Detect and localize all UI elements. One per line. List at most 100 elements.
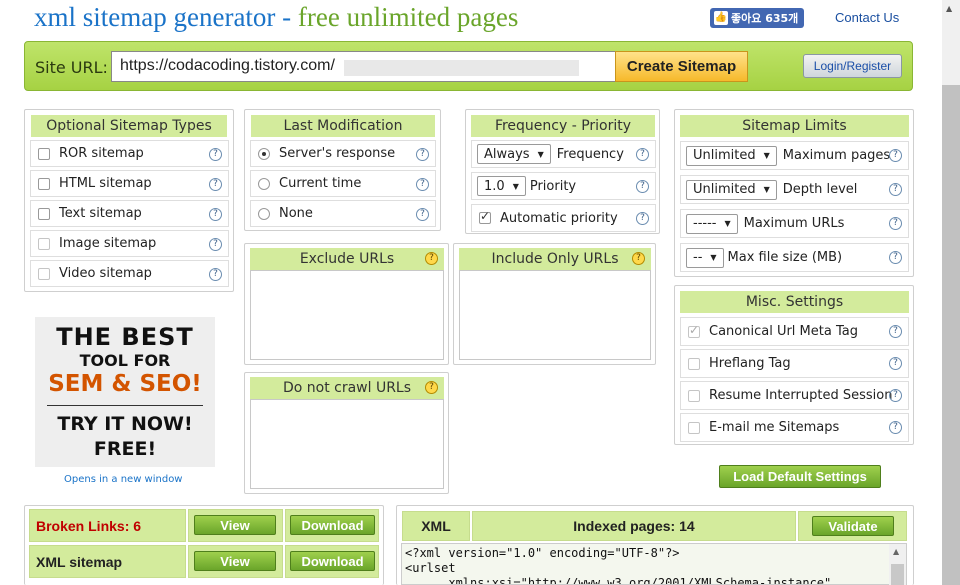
server-response-radio[interactable]	[258, 147, 270, 160]
lastmod-current[interactable]: Current time ?	[250, 170, 436, 197]
help-icon[interactable]: ?	[416, 148, 429, 161]
validate-button[interactable]: Validate	[812, 516, 894, 536]
indexed-pages-label: Indexed pages: 14	[573, 518, 695, 534]
priority-label: Priority	[529, 178, 577, 194]
option-image[interactable]: Image sitemap ?	[30, 230, 229, 257]
do-not-crawl-textarea[interactable]	[250, 399, 444, 489]
option-html[interactable]: HTML sitemap ?	[30, 170, 229, 197]
help-icon[interactable]: ?	[209, 148, 222, 161]
automatic-priority-checkbox[interactable]	[479, 209, 491, 224]
lastmod-none[interactable]: None ?	[250, 200, 436, 227]
option-video[interactable]: Video sitemap ?	[30, 260, 229, 287]
do-not-crawl-panel: Do not crawl URLs ?	[244, 372, 449, 494]
facebook-like-button[interactable]: 👍 좋아요 635개	[710, 8, 804, 28]
current-time-radio[interactable]	[258, 177, 270, 190]
page-title: xml sitemap generator - free unlimited p…	[34, 2, 518, 33]
text-checkbox[interactable]	[38, 207, 50, 220]
include-urls-textarea[interactable]	[459, 270, 651, 360]
xml-line: xmlns:xsi="http://www.w3.org/2001/XMLSch…	[405, 576, 832, 585]
help-icon[interactable]: ?	[425, 252, 438, 265]
none-radio[interactable]	[258, 207, 270, 220]
priority-select[interactable]: 1.0 ▼	[477, 176, 526, 196]
misc-canonical[interactable]: Canonical Url Meta Tag ?	[680, 317, 909, 346]
xml-tab[interactable]: XML	[402, 511, 470, 541]
results-downloads-panel: Broken Links: 6 View Download XML sitema…	[24, 505, 384, 585]
xml-sitemap-view-button[interactable]: View	[194, 551, 276, 571]
help-icon[interactable]: ?	[209, 208, 222, 221]
chevron-down-icon: ▼	[724, 219, 731, 228]
help-icon[interactable]: ?	[416, 178, 429, 191]
depth-value: Unlimited	[693, 182, 756, 197]
option-text[interactable]: Text sitemap ?	[30, 200, 229, 227]
lastmod-server[interactable]: Server's response ?	[250, 140, 436, 167]
misc-hreflang[interactable]: Hreflang Tag ?	[680, 349, 909, 378]
broken-links-view-button[interactable]: View	[194, 515, 276, 535]
xml-output-textarea[interactable]: <?xml version="1.0" encoding="UTF-8"?> <u…	[401, 543, 907, 585]
contact-link[interactable]: Contact Us	[835, 10, 899, 25]
html-checkbox[interactable]	[38, 177, 50, 190]
help-icon[interactable]: ?	[636, 180, 649, 193]
max-size-label: Max file size (MB)	[727, 250, 843, 265]
broken-links-download-button[interactable]: Download	[290, 515, 375, 535]
option-label: ROR sitemap	[59, 146, 144, 161]
video-checkbox[interactable]	[38, 267, 50, 280]
page-scrollbar[interactable]: ▲	[942, 0, 960, 585]
image-checkbox[interactable]	[38, 237, 50, 250]
ror-checkbox[interactable]	[38, 147, 50, 160]
do-not-crawl-title: Do not crawl URLs	[250, 377, 444, 399]
option-ror[interactable]: ROR sitemap ?	[30, 140, 229, 167]
help-icon[interactable]: ?	[632, 252, 645, 265]
page-scroll-thumb[interactable]	[942, 85, 960, 585]
xml-tab-label: XML	[421, 518, 451, 534]
help-icon[interactable]: ?	[889, 389, 902, 402]
help-icon[interactable]: ?	[209, 238, 222, 251]
ad-new-window-link[interactable]: Opens in a new window	[64, 474, 183, 485]
thumbs-up-icon: 👍	[714, 11, 728, 25]
help-icon[interactable]: ?	[889, 183, 902, 196]
depth-select[interactable]: Unlimited ▼	[686, 179, 777, 200]
misc-resume[interactable]: Resume Interrupted Session ?	[680, 381, 909, 410]
url-bar: Site URL: https://codacoding.tistory.com…	[24, 41, 913, 91]
exclude-urls-textarea[interactable]	[250, 270, 444, 360]
help-icon[interactable]: ?	[889, 421, 902, 434]
resume-checkbox[interactable]	[688, 389, 700, 402]
help-icon[interactable]: ?	[889, 149, 902, 162]
misc-email[interactable]: E-mail me Sitemaps ?	[680, 413, 909, 442]
help-icon[interactable]: ?	[416, 208, 429, 221]
help-icon[interactable]: ?	[209, 268, 222, 281]
load-default-settings-button[interactable]: Load Default Settings	[719, 465, 881, 488]
priority-row: 1.0 ▼ Priority ?	[471, 172, 656, 200]
max-urls-select[interactable]: ----- ▼	[686, 213, 738, 234]
scroll-up-icon[interactable]: ▲	[893, 547, 899, 556]
help-icon[interactable]: ?	[636, 212, 649, 225]
help-icon[interactable]: ?	[889, 325, 902, 338]
help-icon[interactable]: ?	[636, 148, 649, 161]
promo-banner[interactable]: THE BEST TOOL FOR SEM & SEO! TRY IT NOW!…	[35, 317, 215, 467]
depth-row: Unlimited ▼ Depth level ?	[680, 175, 909, 204]
max-size-select[interactable]: -- ▼	[686, 247, 724, 268]
frequency-priority-panel: Frequency - Priority Always ▼ Frequency ?…	[465, 109, 660, 234]
misc-settings-title: Misc. Settings	[680, 291, 909, 313]
canonical-checkbox[interactable]	[688, 323, 700, 338]
xml-scrollbar[interactable]: ▲	[889, 544, 906, 585]
frequency-select[interactable]: Always ▼	[477, 144, 551, 164]
hreflang-checkbox[interactable]	[688, 357, 700, 370]
ad-line-1: THE BEST	[56, 323, 194, 351]
email-checkbox[interactable]	[688, 421, 700, 434]
misc-settings-panel: Misc. Settings Canonical Url Meta Tag ? …	[674, 285, 914, 445]
site-url-input[interactable]: https://codacoding.tistory.com/	[111, 51, 616, 82]
help-icon[interactable]: ?	[425, 381, 438, 394]
frequency-priority-title: Frequency - Priority	[471, 115, 655, 137]
create-sitemap-button[interactable]: Create Sitemap	[615, 51, 748, 82]
broken-links-label[interactable]: Broken Links: 6	[36, 518, 141, 534]
xml-scroll-thumb[interactable]	[891, 564, 904, 585]
help-icon[interactable]: ?	[889, 217, 902, 230]
scroll-up-icon[interactable]: ▲	[946, 4, 952, 13]
help-icon[interactable]: ?	[889, 251, 902, 264]
max-pages-select[interactable]: Unlimited ▼	[686, 145, 777, 166]
xml-sitemap-download-button[interactable]: Download	[290, 551, 375, 571]
automatic-priority-row[interactable]: Automatic priority ?	[471, 204, 656, 232]
help-icon[interactable]: ?	[889, 357, 902, 370]
login-register-button[interactable]: Login/Register	[803, 54, 902, 78]
help-icon[interactable]: ?	[209, 178, 222, 191]
